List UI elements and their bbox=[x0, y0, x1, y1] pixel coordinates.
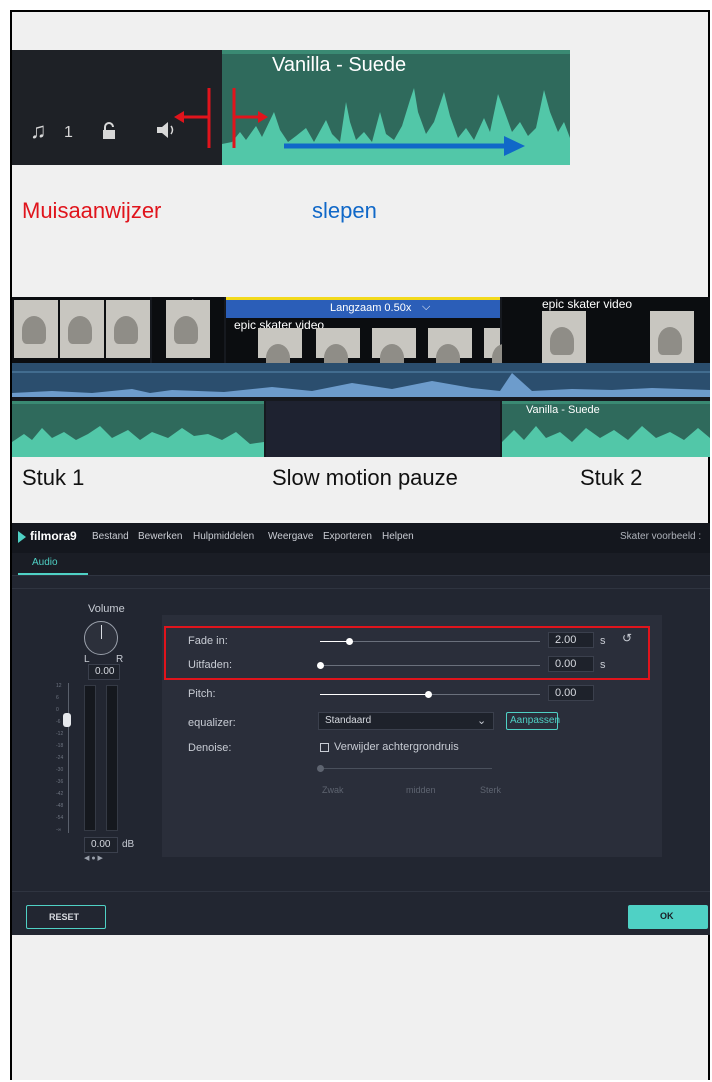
timeline-screenshot: epic skate Langzaam 0.50x ⌵ epic skater … bbox=[12, 297, 710, 457]
caption-pointer: Muisaanwijzer bbox=[22, 198, 162, 223]
volume-label: Volume bbox=[88, 603, 125, 615]
equalizer-label: equalizer: bbox=[188, 717, 236, 729]
drag-annotation bbox=[174, 88, 525, 156]
volume-value-field[interactable]: 0.00 bbox=[88, 664, 120, 680]
video-clip-1b[interactable]: epic skate bbox=[152, 297, 224, 363]
slow-motion-clip[interactable]: Langzaam 0.50x ⌵ epic skater video bbox=[226, 297, 516, 372]
chevron-down-icon[interactable]: ⌵ bbox=[422, 301, 430, 314]
chevron-down-icon: ⌄ bbox=[477, 715, 487, 727]
menu-bewerken[interactable]: Bewerken bbox=[138, 531, 182, 542]
audio-track-screenshot: ♫ 1 Vanilla - Suede bbox=[12, 50, 570, 165]
denoise-checkbox-label[interactable]: Verwijder achtergrondruis bbox=[334, 741, 459, 753]
video-audio-track bbox=[12, 363, 710, 397]
video-clip-1[interactable] bbox=[12, 297, 150, 363]
pitch-slider-fill bbox=[320, 694, 430, 695]
music-gap bbox=[266, 401, 500, 457]
denoise-label: Denoise: bbox=[188, 742, 232, 754]
caption-part2: Stuk 2 bbox=[580, 465, 643, 490]
pitch-label: Pitch: bbox=[188, 688, 216, 700]
tab-audio[interactable]: Audio bbox=[32, 557, 58, 568]
divider bbox=[12, 588, 710, 589]
volume-fader-track bbox=[68, 683, 69, 833]
music-clip-2[interactable]: Vanilla - Suede bbox=[502, 401, 710, 457]
equalizer-select[interactable]: Standaard ⌄ bbox=[318, 712, 494, 730]
volume-knob[interactable] bbox=[84, 621, 118, 655]
page: ♫ 1 Vanilla - Suede Muisaanwijzer slepen… bbox=[0, 0, 712, 1082]
caption-pause: Slow motion pauze bbox=[272, 465, 458, 490]
level-meter-right bbox=[106, 685, 118, 831]
pitch-value-field[interactable]: 0.00 bbox=[548, 685, 594, 701]
project-title: Skater voorbeeld : bbox=[620, 531, 702, 542]
playback-controls-icon[interactable]: ◀ ● ▶ bbox=[84, 854, 103, 862]
menu-bar: filmora9 Bestand Bewerken Hulpmiddelen W… bbox=[12, 523, 710, 553]
music-clip-1[interactable] bbox=[12, 401, 264, 457]
menu-bestand[interactable]: Bestand bbox=[92, 531, 129, 542]
menu-helpen[interactable]: Helpen bbox=[382, 531, 414, 542]
adjust-button[interactable]: Aanpassen bbox=[506, 712, 560, 730]
filmora-logo-icon bbox=[18, 531, 26, 543]
denoise-level-weak: Zwak bbox=[322, 785, 344, 795]
video-clip-2[interactable]: epic skater video bbox=[502, 297, 710, 369]
menu-hulpmiddelen[interactable]: Hulpmiddelen bbox=[193, 531, 254, 542]
ok-button[interactable]: OK bbox=[628, 905, 708, 929]
highlight-box bbox=[164, 626, 650, 680]
equalizer-value: Standaard bbox=[325, 715, 372, 726]
pitch-slider-handle[interactable] bbox=[425, 691, 432, 698]
music-clip-2-name: Vanilla - Suede bbox=[526, 404, 600, 416]
reset-button[interactable]: RESET bbox=[26, 905, 106, 929]
denoise-slider-track bbox=[320, 768, 492, 769]
menu-exporteren[interactable]: Exporteren bbox=[323, 531, 372, 542]
tab-audio-underline bbox=[18, 573, 88, 575]
tab-bar: Audio bbox=[12, 553, 710, 576]
level-meter-left bbox=[84, 685, 96, 831]
filmora-audio-screenshot: filmora9 Bestand Bewerken Hulpmiddelen W… bbox=[12, 523, 710, 935]
denoise-level-mid: midden bbox=[406, 785, 436, 795]
app-logo: filmora9 bbox=[30, 529, 77, 543]
menu-weergave[interactable]: Weergave bbox=[268, 531, 313, 542]
db-unit: dB bbox=[122, 839, 135, 850]
bottom-divider bbox=[12, 891, 710, 892]
volume-fader-handle[interactable] bbox=[63, 713, 71, 727]
clip-2-name: epic skater video bbox=[542, 297, 633, 311]
denoise-slider-handle bbox=[317, 765, 324, 772]
denoise-level-strong: Sterk bbox=[480, 785, 502, 795]
db-value-field[interactable]: 0.00 bbox=[84, 837, 118, 853]
denoise-checkbox[interactable] bbox=[320, 743, 329, 752]
speed-label: Langzaam 0.50x bbox=[330, 302, 412, 314]
caption-part1: Stuk 1 bbox=[22, 465, 85, 490]
caption-drag: slepen bbox=[312, 198, 377, 223]
